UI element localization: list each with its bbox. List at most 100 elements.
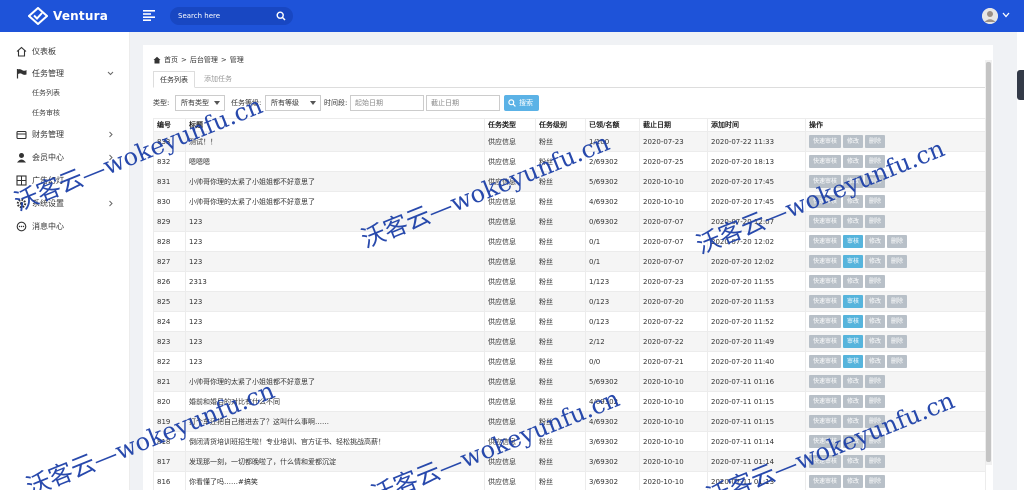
table-row[interactable]: 816 你看懂了吗……#搞笑 供应信息 粉丝 3/69302 2020-10-10 2020… (153, 471, 986, 490)
start-date-input[interactable] (350, 95, 424, 111)
column-header-added[interactable]: 添加时间 (707, 118, 806, 132)
quick-review-button[interactable]: 快速审核 (809, 375, 842, 388)
edit-button[interactable]: 修改 (843, 175, 864, 188)
table-row[interactable]: 833 测试！！ 供应信息 粉丝 1/100 2020-07-23 2020-07-22 1… (153, 131, 986, 152)
search-input[interactable] (178, 7, 274, 25)
review-button[interactable]: 审核 (843, 335, 864, 348)
edit-button[interactable]: 修改 (843, 135, 864, 148)
column-header-type[interactable]: 任务类型 (484, 118, 536, 132)
search-icon[interactable] (276, 11, 286, 21)
column-header-quota[interactable]: 已领/名额 (585, 118, 640, 132)
delete-button[interactable]: 删除 (865, 395, 886, 408)
chevron-down-icon[interactable] (107, 70, 114, 77)
sidebar-item-task-management[interactable]: 任务管理 (16, 66, 64, 80)
quick-review-button[interactable]: 快速审核 (809, 415, 842, 428)
delete-button[interactable]: 删除 (887, 355, 908, 368)
quick-review-button[interactable]: 快速审核 (809, 455, 842, 468)
table-row[interactable]: 827 123 供应信息 粉丝 0/1 2020-07-07 2020-07-20 12:0… (153, 251, 986, 272)
column-header-deadline[interactable]: 截止日期 (639, 118, 708, 132)
review-button[interactable]: 审核 (843, 295, 864, 308)
side-drawer-handle[interactable] (1017, 70, 1024, 100)
scrollbar-thumb[interactable] (986, 62, 991, 462)
sidebar-item-members[interactable]: 会员中心 (16, 150, 64, 164)
table-row[interactable]: 826 2313 供应信息 粉丝 1/123 2020-07-23 2020-07-20 1… (153, 271, 986, 292)
table-row[interactable]: 832 嗯嗯嗯 供应信息 粉丝 2/69302 2020-07-25 2020-07-20 … (153, 151, 986, 172)
quick-review-button[interactable]: 快速审核 (809, 355, 842, 368)
edit-button[interactable]: 修改 (843, 375, 864, 388)
quick-review-button[interactable]: 快速审核 (809, 255, 842, 268)
edit-button[interactable]: 修改 (843, 475, 864, 488)
edit-button[interactable]: 修改 (843, 155, 864, 168)
table-row[interactable]: 821 小帅哥你理的太紧了小姐姐都不好意思了 供应信息 粉丝 5/69302 2020-1… (153, 371, 986, 392)
quick-review-button[interactable]: 快速审核 (809, 135, 842, 148)
quick-review-button[interactable]: 快速审核 (809, 295, 842, 308)
chevron-right-icon[interactable] (107, 154, 114, 161)
quick-review-button[interactable]: 快速审核 (809, 315, 842, 328)
end-date-input[interactable] (426, 95, 500, 111)
avatar[interactable] (982, 8, 998, 24)
edit-button[interactable]: 修改 (865, 235, 886, 248)
table-row[interactable]: 830 小帅哥你理的太紧了小姐姐都不好意思了 供应信息 粉丝 4/69302 2020-1… (153, 191, 986, 212)
menu-toggle-icon[interactable] (143, 10, 155, 21)
delete-button[interactable]: 删除 (887, 255, 908, 268)
sidebar-item-settings[interactable]: 系统设置 (16, 196, 64, 210)
delete-button[interactable]: 删除 (865, 415, 886, 428)
delete-button[interactable]: 删除 (865, 475, 886, 488)
edit-button[interactable]: 修改 (865, 355, 886, 368)
delete-button[interactable]: 删除 (887, 335, 908, 348)
edit-button[interactable]: 修改 (865, 255, 886, 268)
quick-review-button[interactable]: 快速审核 (809, 155, 842, 168)
table-row[interactable]: 823 123 供应信息 粉丝 2/12 2020-07-22 2020-07-20 11:… (153, 331, 986, 352)
table-row[interactable]: 825 123 供应信息 粉丝 0/123 2020-07-20 2020-07-20 11… (153, 291, 986, 312)
table-row[interactable]: 820 婚前和婚后的对比有什么不同 供应信息 粉丝 4/69302 2020-10-10 2… (153, 391, 986, 412)
sidebar-item-finance[interactable]: 财务管理 (16, 127, 64, 141)
edit-button[interactable]: 修改 (865, 295, 886, 308)
edit-button[interactable]: 修改 (843, 435, 864, 448)
table-row[interactable]: 817 发现那一刻，一切都晚啦了，什么情和爱都沉淀 供应信息 粉丝 3/69302 202… (153, 451, 986, 472)
delete-button[interactable]: 删除 (887, 295, 908, 308)
review-button[interactable]: 审核 (843, 355, 864, 368)
delete-button[interactable]: 删除 (887, 315, 908, 328)
sidebar-item-dashboard[interactable]: 仪表板 (16, 44, 56, 58)
edit-button[interactable]: 修改 (843, 395, 864, 408)
table-row[interactable]: 818 倒闭清货培训班招生啦！专业培训、官方证书、轻松挑战高薪！ 供应信息 粉丝 3/6… (153, 431, 986, 452)
quick-review-button[interactable]: 快速审核 (809, 395, 842, 408)
sidebar-subitem-task-review[interactable]: 任务审核 (32, 108, 60, 118)
review-button[interactable]: 审核 (843, 235, 864, 248)
edit-button[interactable]: 修改 (865, 335, 886, 348)
review-button[interactable]: 审核 (843, 255, 864, 268)
breadcrumb-home[interactable]: 首页 (164, 55, 178, 65)
sidebar-subitem-task-list[interactable]: 任务列表 (32, 88, 60, 98)
sidebar-item-ads[interactable]: 广告幻灯 (16, 173, 64, 187)
delete-button[interactable]: 删除 (865, 175, 886, 188)
edit-button[interactable]: 修改 (843, 275, 864, 288)
column-header-id[interactable]: 编号 (153, 118, 186, 132)
edit-button[interactable]: 修改 (843, 415, 864, 428)
quick-review-button[interactable]: 快速审核 (809, 335, 842, 348)
quick-review-button[interactable]: 快速审核 (809, 175, 842, 188)
delete-button[interactable]: 删除 (865, 435, 886, 448)
table-row[interactable]: 831 小帅哥你理的太紧了小姐姐都不好意思了 供应信息 粉丝 5/69302 2020-1… (153, 171, 986, 192)
review-button[interactable]: 审核 (843, 315, 864, 328)
table-row[interactable]: 824 123 供应信息 粉丝 0/123 2020-07-22 2020-07-20 11… (153, 311, 986, 332)
quick-review-button[interactable]: 快速审核 (809, 235, 842, 248)
delete-button[interactable]: 删除 (865, 275, 886, 288)
edit-button[interactable]: 修改 (843, 215, 864, 228)
delete-button[interactable]: 删除 (887, 235, 908, 248)
chevron-right-icon[interactable] (107, 131, 114, 138)
search-button[interactable]: 搜索 (504, 95, 539, 111)
chevron-right-icon[interactable] (107, 200, 114, 207)
column-header-title[interactable]: 标题 (185, 118, 485, 132)
quick-review-button[interactable]: 快速审核 (809, 475, 842, 488)
delete-button[interactable]: 删除 (865, 215, 886, 228)
table-row[interactable]: 822 123 供应信息 粉丝 0/0 2020-07-21 2020-07-20 11:4… (153, 351, 986, 372)
brand[interactable]: Ventura (28, 7, 108, 25)
quick-review-button[interactable]: 快速审核 (809, 275, 842, 288)
sidebar-item-messages[interactable]: 消息中心 (16, 219, 64, 233)
edit-button[interactable]: 修改 (843, 195, 864, 208)
quick-review-button[interactable]: 快速审核 (809, 435, 842, 448)
tab-task-list[interactable]: 任务列表 (153, 71, 195, 88)
breadcrumb-admin[interactable]: 后台管理 (190, 55, 218, 65)
edit-button[interactable]: 修改 (865, 315, 886, 328)
table-row[interactable]: 828 123 供应信息 粉丝 0/1 2020-07-07 2020-07-20 12:0… (153, 231, 986, 252)
